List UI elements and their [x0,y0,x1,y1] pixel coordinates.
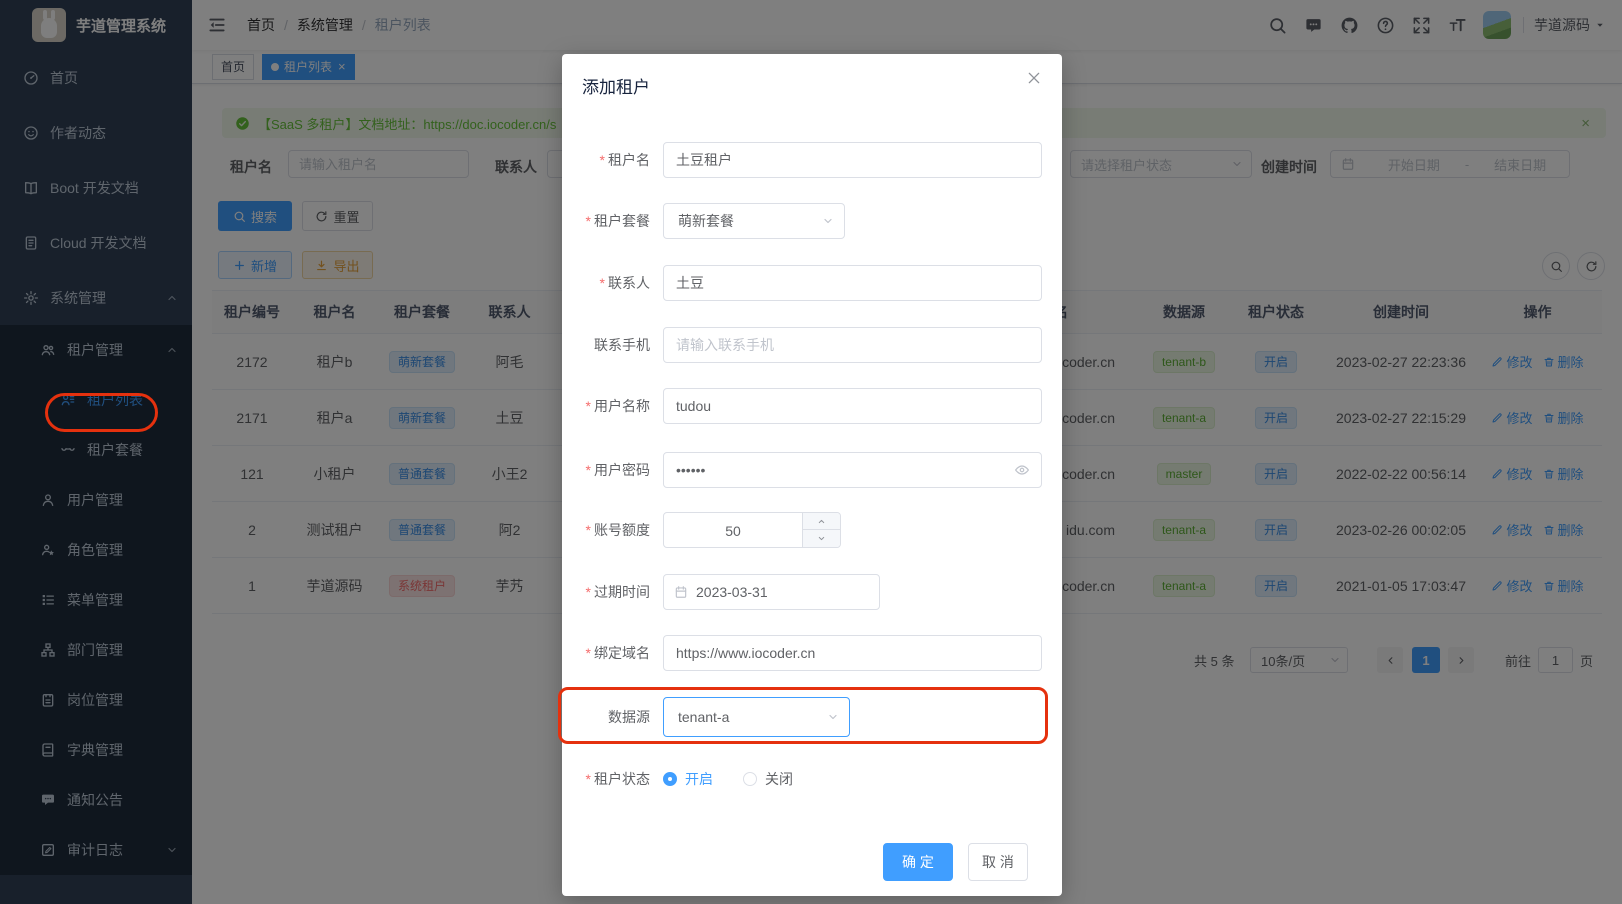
number-input[interactable]: 50 [663,512,841,548]
field-label: *绑定域名 [562,635,650,671]
form-field: *用户名称 [562,388,1062,424]
required-asterisk: * [586,213,591,229]
required-asterisk: * [586,522,591,538]
radio-dot [743,772,757,786]
chevron-down-icon [822,215,834,227]
field-label: *用户名称 [562,388,650,424]
field-label: 数据源 [562,699,650,735]
radio-group: 开启 关闭 [663,761,823,797]
text-input[interactable] [663,388,1042,424]
form-field: *过期时间 2023-03-31 [562,574,1062,610]
required-asterisk: * [586,771,591,787]
radio-dot [663,772,677,786]
form-field: *联系人 [562,265,1062,301]
form-field: *租户名 [562,142,1062,178]
select-field[interactable]: 萌新套餐 [663,203,845,239]
field-label: *租户套餐 [562,203,650,239]
modal-close-icon[interactable] [1026,70,1042,86]
password-input[interactable] [663,452,1042,488]
form-field: *租户套餐萌新套餐 [562,203,1062,239]
calendar-icon [674,585,688,599]
field-label: *账号额度 [562,512,650,548]
radio-checked[interactable]: 开启 [663,769,713,789]
field-label: *用户密码 [562,452,650,488]
select-field[interactable]: tenant-a [663,697,850,737]
text-input[interactable] [663,265,1042,301]
required-asterisk: * [586,584,591,600]
add-tenant-modal: 添加租户 *租户名 *租户套餐萌新套餐 *联系人联系手机 *用户名称 *用户密码 *账号额… [562,54,1062,896]
field-label: *租户状态 [562,761,650,797]
required-asterisk: * [586,645,591,661]
field-label: 联系手机 [562,327,650,363]
radio-unchecked[interactable]: 关闭 [743,769,793,789]
chevron-up-icon [817,517,826,526]
modal-title: 添加租户 [582,73,650,98]
form-field: *用户密码 [562,452,1062,488]
text-input[interactable] [663,635,1042,671]
form-field: 联系手机 [562,327,1062,363]
chevron-down-icon [817,534,826,543]
form-field: *绑定域名 [562,635,1062,671]
text-input[interactable] [663,142,1042,178]
confirm-button[interactable]: 确 定 [883,843,953,881]
eye-icon[interactable] [1014,462,1030,478]
form-field: 数据源 tenant-a [562,699,1062,735]
field-label: *过期时间 [562,574,650,610]
required-asterisk: * [586,462,591,478]
required-asterisk: * [586,398,591,414]
field-label: *租户名 [562,142,650,178]
decrease-button[interactable] [803,530,840,547]
app-root: 芋道管理系统 首页作者动态Boot 开发文档Cloud 开发文档系统管理 租户管… [0,0,1622,904]
date-picker[interactable]: 2023-03-31 [663,574,880,610]
required-asterisk: * [600,275,605,291]
required-asterisk: * [600,152,605,168]
field-label: *联系人 [562,265,650,301]
chevron-down-icon [827,711,839,723]
form-field: *账号额度 50 [562,512,1062,548]
form-field: *租户状态开启 关闭 [562,761,1062,797]
text-input[interactable] [663,327,1042,363]
cancel-button[interactable]: 取 消 [968,843,1028,881]
increase-button[interactable] [803,513,840,530]
